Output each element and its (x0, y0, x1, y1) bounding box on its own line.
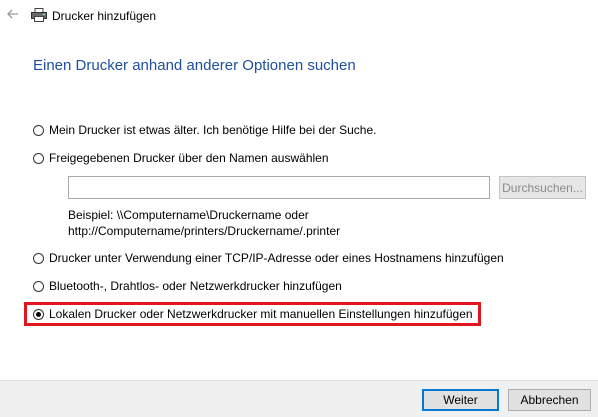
option-label: Freigegebenen Drucker über den Namen aus… (49, 151, 329, 165)
option-label: Lokalen Drucker oder Netzwerkdrucker mit… (49, 307, 473, 321)
option-older-printer[interactable]: Mein Drucker ist etwas älter. Ich benöti… (33, 123, 377, 137)
back-arrow-icon[interactable] (6, 7, 20, 21)
radio-tcpip[interactable] (33, 252, 44, 264)
shared-printer-name-input[interactable] (68, 176, 490, 199)
radio-bluetooth-wireless[interactable] (33, 280, 44, 292)
option-shared-printer-by-name[interactable]: Freigegebenen Drucker über den Namen aus… (33, 151, 329, 165)
option-label: Drucker unter Verwendung einer TCP/IP-Ad… (49, 251, 504, 265)
option-local-manual[interactable]: Lokalen Drucker oder Netzwerkdrucker mit… (33, 307, 473, 321)
radio-older-printer[interactable] (33, 124, 44, 136)
page-heading: Einen Drucker anhand anderer Optionen su… (33, 57, 356, 74)
option-tcpip[interactable]: Drucker unter Verwendung einer TCP/IP-Ad… (33, 251, 504, 265)
example-text-line1: Beispiel: \\Computername\Druckername ode… (68, 208, 309, 222)
cancel-button[interactable]: Abbrechen (508, 389, 591, 411)
option-label: Bluetooth-, Drahtlos- oder Netzwerkdruck… (49, 279, 342, 293)
radio-shared-printer[interactable] (33, 152, 44, 164)
window-title: Drucker hinzufügen (52, 9, 157, 23)
browse-button[interactable]: Durchsuchen... (499, 176, 586, 199)
footer-bar: Weiter Abbrechen (0, 380, 598, 417)
option-label: Mein Drucker ist etwas älter. Ich benöti… (49, 123, 377, 137)
option-bluetooth-wireless[interactable]: Bluetooth-, Drahtlos- oder Netzwerkdruck… (33, 279, 342, 293)
next-button[interactable]: Weiter (422, 389, 499, 411)
example-text-line2: http://Computername/printers/Druckername… (68, 224, 341, 238)
radio-local-manual[interactable] (33, 308, 44, 320)
printer-icon (31, 8, 47, 22)
